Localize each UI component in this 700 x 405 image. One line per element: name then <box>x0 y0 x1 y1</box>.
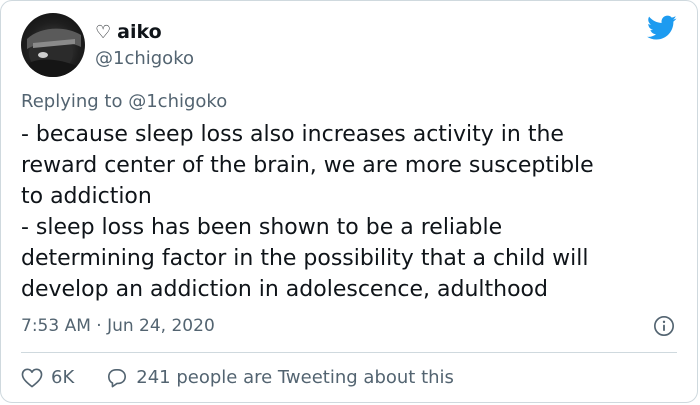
avatar[interactable] <box>21 13 85 77</box>
reply-prefix: Replying to <box>21 91 123 112</box>
tweet-text-line: develop an addiction in adolescence, adu… <box>21 277 548 302</box>
tweet-text-line: - sleep loss has been shown to be a reli… <box>21 215 503 240</box>
tweet-text: - because sleep loss also increases acti… <box>21 119 681 305</box>
display-name: aiko <box>117 21 162 43</box>
conversation-label: 241 people are Tweeting about this <box>136 367 454 388</box>
tweet-card: ♡ aiko @1chigoko Replying to @1chigoko -… <box>0 0 698 403</box>
action-bar: 6K 241 people are Tweeting about this <box>21 367 454 388</box>
author-handle[interactable]: @1chigoko <box>95 48 194 69</box>
like-count: 6K <box>51 367 75 388</box>
tweet-text-line: reward center of the brain, we are more … <box>21 153 594 178</box>
speech-bubble-icon <box>108 368 127 387</box>
info-icon[interactable] <box>653 315 675 337</box>
like-button[interactable]: 6K <box>21 367 74 388</box>
conversation-button[interactable]: 241 people are Tweeting about this <box>106 367 454 388</box>
divider <box>21 352 677 353</box>
heart-icon <box>21 368 43 387</box>
twitter-bird-icon[interactable] <box>647 15 677 41</box>
tweet-text-line: - because sleep loss also increases acti… <box>21 122 564 147</box>
author-name-row[interactable]: ♡ aiko <box>95 21 162 43</box>
tweet-text-line: determining factor in the possibility th… <box>21 246 589 271</box>
tweet-timestamp[interactable]: 7:53 AM · Jun 24, 2020 <box>21 316 215 336</box>
heart-glyph: ♡ <box>95 21 112 43</box>
reply-mention-link[interactable]: @1chigoko <box>128 91 227 112</box>
tweet-text-line: to addiction <box>21 184 152 209</box>
reply-context: Replying to @1chigoko <box>21 91 227 112</box>
